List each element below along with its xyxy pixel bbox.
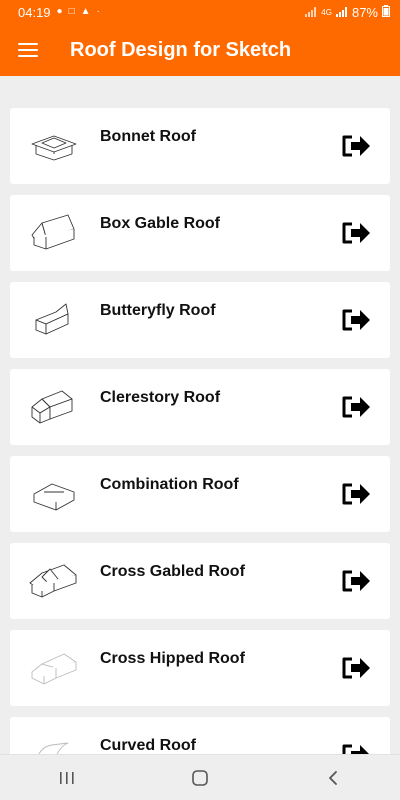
list-item-label: Cross Gabled Roof [100,563,245,580]
arrow-right-icon[interactable] [342,308,372,332]
cross-hipped-roof-icon [28,648,80,686]
list-item-label: Clerestory Roof [100,389,221,406]
signal-icon [305,5,317,20]
arrow-right-icon[interactable] [342,134,372,158]
list-item-label: Bonnet Roof [100,128,196,145]
signal-icon [335,5,348,20]
network-icon: 4G [321,7,332,17]
list-item-label: Butteryfly Roof [100,302,216,319]
list-item-cross-hipped-roof[interactable]: Cross Hipped Roof [10,630,390,706]
status-time: 04:19 [18,4,51,20]
home-icon[interactable] [180,763,220,793]
list-item-curved-roof[interactable]: Curved Roof [10,717,390,754]
lock-icon: □ [68,6,75,17]
combination-roof-icon [28,474,80,512]
list-item-label: Combination Roof [100,476,239,493]
battery-percent: 87% [351,4,378,20]
status-left: 04:19 ● □ ▲ · [18,5,100,20]
list-item-butterfly-roof[interactable]: Butteryfly Roof [10,282,390,358]
arrow-right-icon[interactable] [342,395,372,419]
roof-list[interactable]: Bonnet Roof Box Gable Roof Butteryfly Ro… [0,76,400,754]
arrow-right-icon[interactable] [342,743,372,754]
list-item-label: Curved Roof [100,737,196,754]
arrow-right-icon[interactable] [342,569,372,593]
system-nav-bar [0,754,400,800]
app-bar: Roof Design for Sketch [0,24,400,76]
status-bar: 04:19 ● □ ▲ · 4G 87% [0,0,400,24]
box-gable-roof-icon [28,213,80,251]
arrow-right-icon[interactable] [342,482,372,506]
status-right: 4G 87% [305,4,390,20]
hamburger-menu-icon[interactable] [18,43,38,57]
cross-gabled-roof-icon [28,561,80,599]
warning-icon: ▲ [80,6,91,17]
notification-icon: ● [56,6,63,17]
list-item-clerestory-roof[interactable]: Clerestory Roof [10,369,390,445]
list-item-box-gable-roof[interactable]: Box Gable Roof [10,195,390,271]
list-item-combination-roof[interactable]: Combination Roof [10,456,390,532]
recent-apps-icon[interactable] [47,763,87,793]
app-title: Roof Design for Sketch [70,38,292,61]
curved-roof-icon [28,735,80,754]
list-item-label: Box Gable Roof [100,215,221,232]
arrow-right-icon[interactable] [342,656,372,680]
battery-icon [382,4,390,20]
arrow-right-icon[interactable] [342,221,372,245]
clerestory-roof-icon [28,387,80,425]
list-item-bonnet-roof[interactable]: Bonnet Roof [10,108,390,184]
bonnet-roof-icon [28,126,80,164]
butterfly-roof-icon [28,300,80,338]
dot-icon: · [96,6,100,17]
list-item-label: Cross Hipped Roof [100,650,245,667]
list-item-cross-gabled-roof[interactable]: Cross Gabled Roof [10,543,390,619]
back-icon[interactable] [313,763,353,793]
